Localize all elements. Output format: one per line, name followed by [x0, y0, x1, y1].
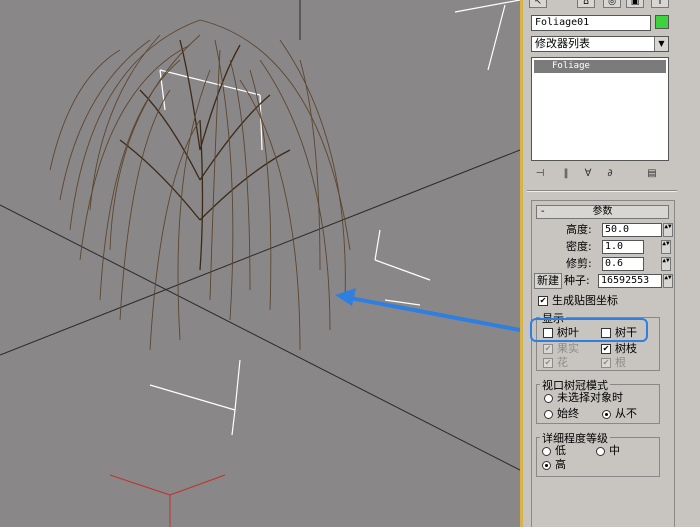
perspective-viewport[interactable] — [0, 0, 520, 527]
roots-checkbox[interactable]: ✔ 根 — [601, 356, 626, 370]
fruit-checkbox[interactable]: ✔ 果实 — [543, 342, 579, 356]
spinner-arrows-icon[interactable]: ▲▼ — [663, 223, 673, 237]
gen-mapping-label: 生成贴图坐标 — [552, 294, 618, 307]
checkmark-icon: ✔ — [538, 296, 548, 306]
radio-low[interactable]: 低 — [541, 444, 566, 458]
divider — [527, 190, 677, 192]
modifier-list-label: 修改器列表 — [535, 37, 590, 50]
annotation-arrow — [335, 288, 520, 332]
gen-mapping-checkbox[interactable]: ✔ 生成贴图坐标 — [538, 294, 618, 308]
flowers-checkbox[interactable]: ✔ 花 — [543, 356, 568, 370]
stack-toolbar: ⊣ ‖ ∀ ∂ ▤ — [531, 166, 671, 182]
gizmo-lines — [149, 0, 520, 436]
app-root: ↖ ⌂ ◎ ▣ T Foliage01 修改器列表 ▼ Foliage ⊣ ‖ … — [0, 0, 700, 527]
radio-when-unselected[interactable]: 未选择对象时 — [543, 391, 623, 405]
viewport-scene — [0, 0, 520, 527]
seed-spinner[interactable]: 16592553 ▲▼ — [598, 274, 673, 288]
radio-dot — [542, 447, 551, 456]
checkmark-icon: ✔ — [601, 358, 611, 368]
radio-dot — [544, 410, 553, 419]
prune-value: 0.6 — [605, 258, 624, 269]
pointer-icon[interactable]: ↖ — [529, 0, 547, 8]
radio-dot — [542, 461, 551, 470]
branches-label: 树枝 — [615, 342, 637, 355]
canopy-mode-group: 视口树冠模式 未选择对象时 始终 从不 — [536, 377, 660, 424]
low-label: 低 — [555, 444, 566, 457]
detail-level-group: 详细程度等级 低 中 高 — [536, 430, 660, 477]
checkmark-icon: ✔ — [601, 344, 611, 354]
rollout-title: 参数 — [592, 206, 613, 217]
parameters-rollout: - 参数 高度: 50.0 ▲▼ 密度: 1.0 ▲▼ 修剪: 0.6 ▲▼ 新… — [531, 200, 675, 527]
command-panel: ↖ ⌂ ◎ ▣ T Foliage01 修改器列表 ▼ Foliage ⊣ ‖ … — [520, 0, 700, 527]
make-unique-icon[interactable]: ∀ — [579, 166, 597, 182]
never-label: 从不 — [615, 407, 637, 420]
configure-sets-icon[interactable]: ▤ — [643, 166, 661, 182]
height-spinner[interactable]: 50.0 ▲▼ — [602, 223, 673, 237]
high-label: 高 — [555, 458, 566, 471]
seed-label: 种子: — [564, 274, 590, 287]
spinner-arrows-icon[interactable]: ▲▼ — [661, 257, 671, 271]
medium-label: 中 — [609, 444, 620, 457]
radio-never[interactable]: 从不 — [601, 407, 637, 421]
spinner-arrows-icon[interactable]: ▲▼ — [663, 274, 673, 288]
home-grid — [0, 0, 520, 471]
hierarchy-icon[interactable]: ⌂ — [577, 0, 595, 8]
height-label: 高度: — [566, 223, 592, 236]
radio-dot — [596, 447, 605, 456]
object-name-field[interactable]: Foliage01 — [531, 15, 651, 31]
utilities-icon[interactable]: T — [651, 0, 669, 8]
density-value: 1.0 — [605, 241, 624, 252]
motion-icon[interactable]: ◎ — [603, 0, 621, 8]
axis-tripod — [109, 474, 226, 527]
pin-stack-icon[interactable]: ⊣ — [531, 166, 549, 182]
checkmark-icon: ✔ — [543, 344, 553, 354]
radio-dot — [602, 410, 611, 419]
seed-value: 16592553 — [601, 275, 650, 286]
stack-item-foliage[interactable]: Foliage — [534, 60, 666, 73]
prune-spinner[interactable]: 0.6 ▲▼ — [602, 257, 671, 271]
display-icon[interactable]: ▣ — [626, 0, 644, 8]
show-end-result-icon[interactable]: ‖ — [557, 166, 575, 182]
spinner-arrows-icon[interactable]: ▲▼ — [661, 240, 671, 254]
collapse-icon: - — [541, 206, 545, 217]
always-label: 始终 — [557, 407, 579, 420]
checkmark-icon: ✔ — [543, 358, 553, 368]
roots-label: 根 — [615, 356, 626, 369]
willow-tree — [119, 39, 291, 271]
height-value: 50.0 — [605, 224, 630, 235]
radio-dot — [544, 394, 553, 403]
modifier-list-dropdown[interactable]: 修改器列表 ▼ — [531, 36, 669, 52]
remove-modifier-icon[interactable]: ∂ — [601, 166, 619, 182]
radio-always[interactable]: 始终 — [543, 407, 579, 421]
willow-branches — [49, 19, 351, 351]
modifier-stack[interactable]: Foliage — [531, 57, 669, 161]
chevron-down-icon: ▼ — [654, 37, 668, 51]
fruit-label: 果实 — [557, 342, 579, 355]
density-label: 密度: — [566, 240, 592, 253]
annotation-highlight-box — [530, 318, 648, 342]
branches-checkbox[interactable]: ✔ 树枝 — [601, 342, 637, 356]
radio-high[interactable]: 高 — [541, 458, 566, 472]
when-unselected-label: 未选择对象时 — [557, 391, 623, 404]
prune-label: 修剪: — [566, 257, 592, 270]
parameters-rollout-header[interactable]: - 参数 — [536, 205, 669, 219]
flowers-label: 花 — [557, 356, 568, 369]
density-spinner[interactable]: 1.0 ▲▼ — [602, 240, 671, 254]
new-seed-button[interactable]: 新建 — [534, 273, 562, 289]
object-color-swatch[interactable] — [655, 15, 669, 29]
radio-medium[interactable]: 中 — [595, 444, 620, 458]
